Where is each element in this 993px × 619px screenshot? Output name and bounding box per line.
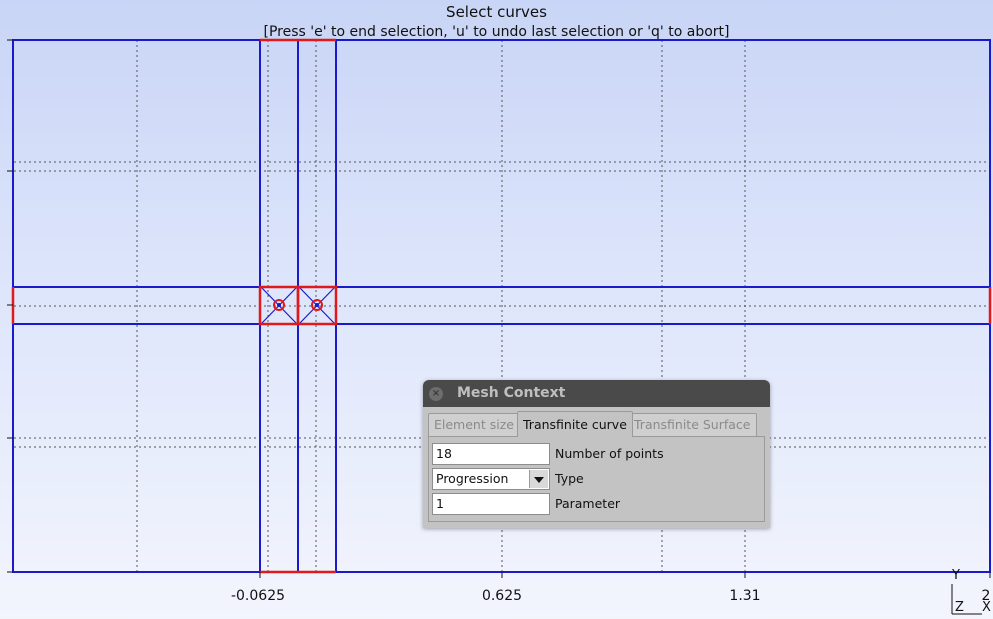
selection-hint: [Press 'e' to end selection, 'u' to undo… (263, 24, 730, 40)
dialog-title: Mesh Context (457, 385, 566, 401)
number-of-points-input[interactable]: 18 (432, 443, 550, 465)
x-tick-label: -0.0625 (230, 588, 286, 604)
transfinite-curve-panel: 18 Number of points Progression Type 1 P… (428, 436, 765, 522)
tab-transfinite-surface[interactable]: Transfinite Surface (628, 413, 757, 436)
axis-triad-x: X (982, 600, 991, 615)
type-select[interactable]: Progression (432, 468, 550, 490)
axis-triad-z: Z (955, 600, 964, 615)
tab-transfinite-curve[interactable]: Transfinite curve (517, 411, 633, 437)
chevron-down-icon[interactable] (529, 470, 548, 488)
parameter-label: Parameter (555, 496, 621, 511)
tab-element-size[interactable]: Element size (428, 413, 520, 436)
dialog-titlebar[interactable]: × Mesh Context (423, 380, 770, 407)
close-icon[interactable]: × (429, 387, 443, 401)
type-select-value: Progression (436, 471, 509, 486)
status-title: Select curves (446, 3, 547, 21)
axis-triad-y: Y (952, 568, 960, 583)
x-tick-label: 1.31 (729, 588, 761, 604)
mesh-context-dialog: × Mesh Context Element size Transfinite … (423, 380, 770, 528)
parameter-input[interactable]: 1 (432, 493, 550, 515)
type-label: Type (555, 471, 584, 486)
x-tick-label: 0.625 (481, 588, 523, 604)
number-of-points-label: Number of points (555, 446, 664, 461)
